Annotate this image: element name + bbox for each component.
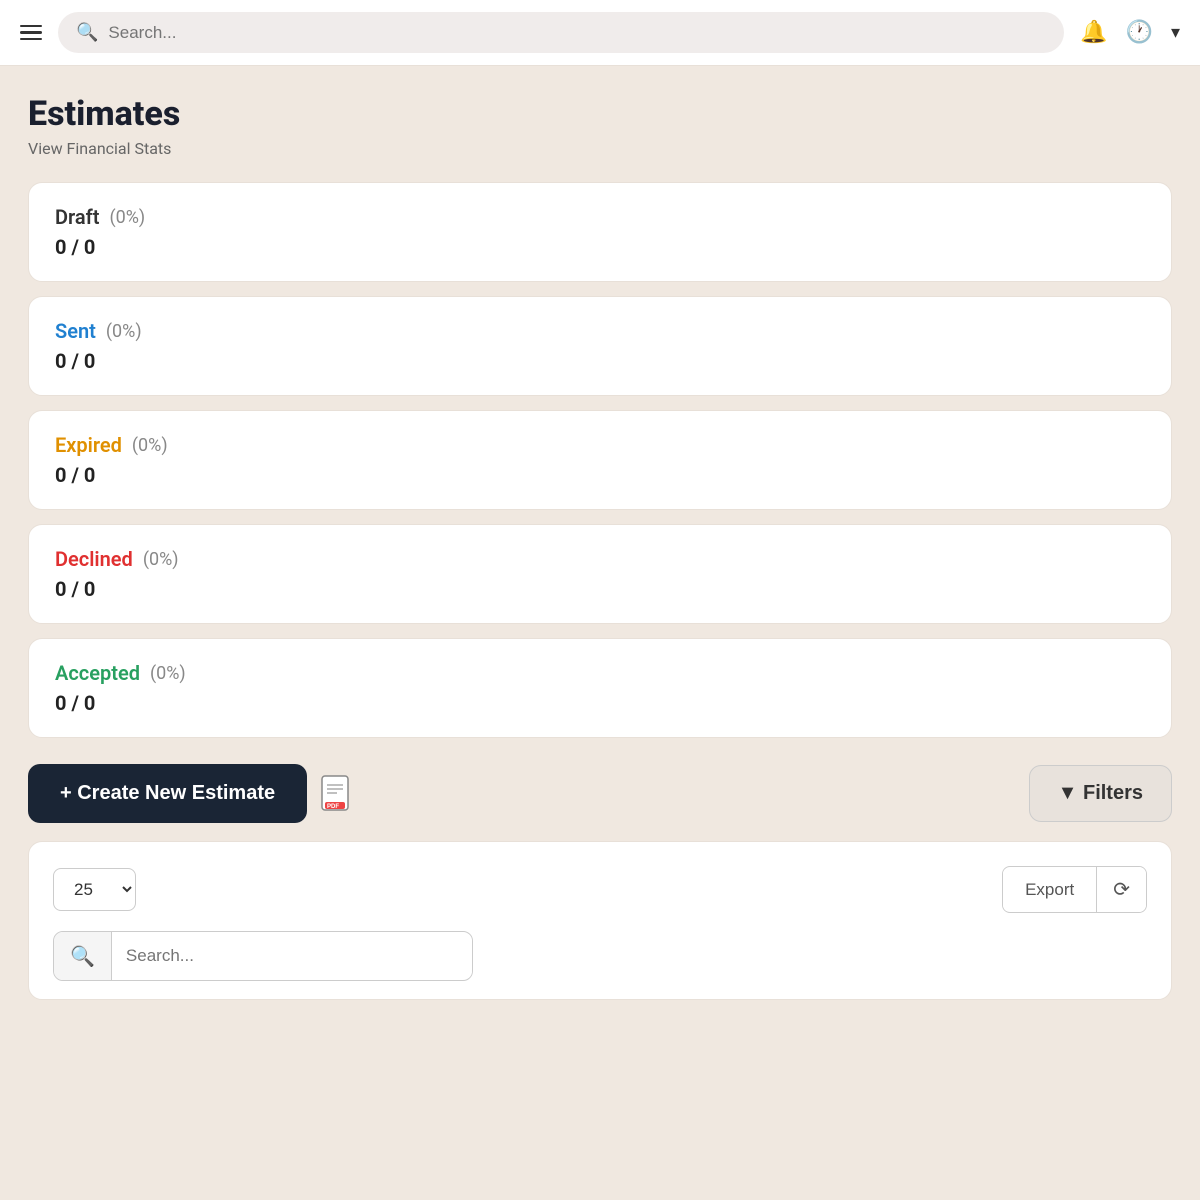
top-nav: 🔍 🔔 🕐 ▾: [0, 0, 1200, 66]
per-page-select[interactable]: 25 50 100: [53, 868, 136, 911]
status-values-declined: 0 / 0: [55, 577, 1145, 601]
hamburger-menu[interactable]: [20, 25, 42, 41]
status-values-accepted: 0 / 0: [55, 691, 1145, 715]
create-new-estimate-button[interactable]: + Create New Estimate: [28, 764, 307, 823]
global-search-input[interactable]: [108, 23, 1046, 43]
action-row: + Create New Estimate PDF ▼ Filters: [28, 764, 1172, 823]
table-search-icon: 🔍: [54, 932, 112, 980]
status-label-declined: Declined: [55, 547, 133, 571]
status-label-sent: Sent: [55, 319, 96, 343]
export-button[interactable]: Export: [1003, 869, 1096, 911]
status-pct-sent: (0%): [106, 321, 142, 342]
search-icon: 🔍: [76, 22, 98, 43]
status-pct-declined: (0%): [143, 549, 179, 570]
export-refresh-group: Export ⟳: [1002, 866, 1147, 913]
status-values-expired: 0 / 0: [55, 463, 1145, 487]
table-search-row: 🔍: [53, 931, 473, 981]
page-subtitle[interactable]: View Financial Stats: [28, 139, 1172, 158]
status-pct-accepted: (0%): [150, 663, 186, 684]
global-search-bar: 🔍: [58, 12, 1064, 53]
page-title: Estimates: [28, 96, 1172, 133]
chevron-down-icon[interactable]: ▾: [1171, 22, 1180, 43]
table-controls-row: 25 50 100 Export ⟳: [53, 866, 1147, 913]
per-page-select-wrapper: 25 50 100: [53, 868, 136, 911]
table-card: 25 50 100 Export ⟳ 🔍: [28, 841, 1172, 1000]
status-card-expired[interactable]: Expired (0%) 0 / 0: [28, 410, 1172, 510]
bell-icon[interactable]: 🔔: [1080, 20, 1107, 45]
main-content: Estimates View Financial Stats Draft (0%…: [0, 66, 1200, 1028]
nav-icons: 🔔 🕐 ▾: [1080, 20, 1180, 45]
status-label-expired: Expired: [55, 433, 122, 457]
status-pct-draft: (0%): [109, 207, 145, 228]
refresh-button[interactable]: ⟳: [1096, 867, 1146, 912]
status-label-accepted: Accepted: [55, 661, 140, 685]
status-pct-expired: (0%): [132, 435, 168, 456]
status-card-draft[interactable]: Draft (0%) 0 / 0: [28, 182, 1172, 282]
clock-icon[interactable]: 🕐: [1126, 20, 1153, 45]
status-values-sent: 0 / 0: [55, 349, 1145, 373]
status-card-declined[interactable]: Declined (0%) 0 / 0: [28, 524, 1172, 624]
pdf-icon: PDF: [321, 775, 355, 813]
pdf-export-button[interactable]: PDF: [321, 775, 355, 813]
table-search-input[interactable]: [112, 934, 472, 978]
filters-button[interactable]: ▼ Filters: [1029, 765, 1172, 822]
status-card-accepted[interactable]: Accepted (0%) 0 / 0: [28, 638, 1172, 738]
status-cards-list: Draft (0%) 0 / 0 Sent (0%) 0 / 0 Expired…: [28, 182, 1172, 738]
status-label-draft: Draft: [55, 205, 99, 229]
svg-text:PDF: PDF: [327, 804, 339, 810]
status-values-draft: 0 / 0: [55, 235, 1145, 259]
status-card-sent[interactable]: Sent (0%) 0 / 0: [28, 296, 1172, 396]
